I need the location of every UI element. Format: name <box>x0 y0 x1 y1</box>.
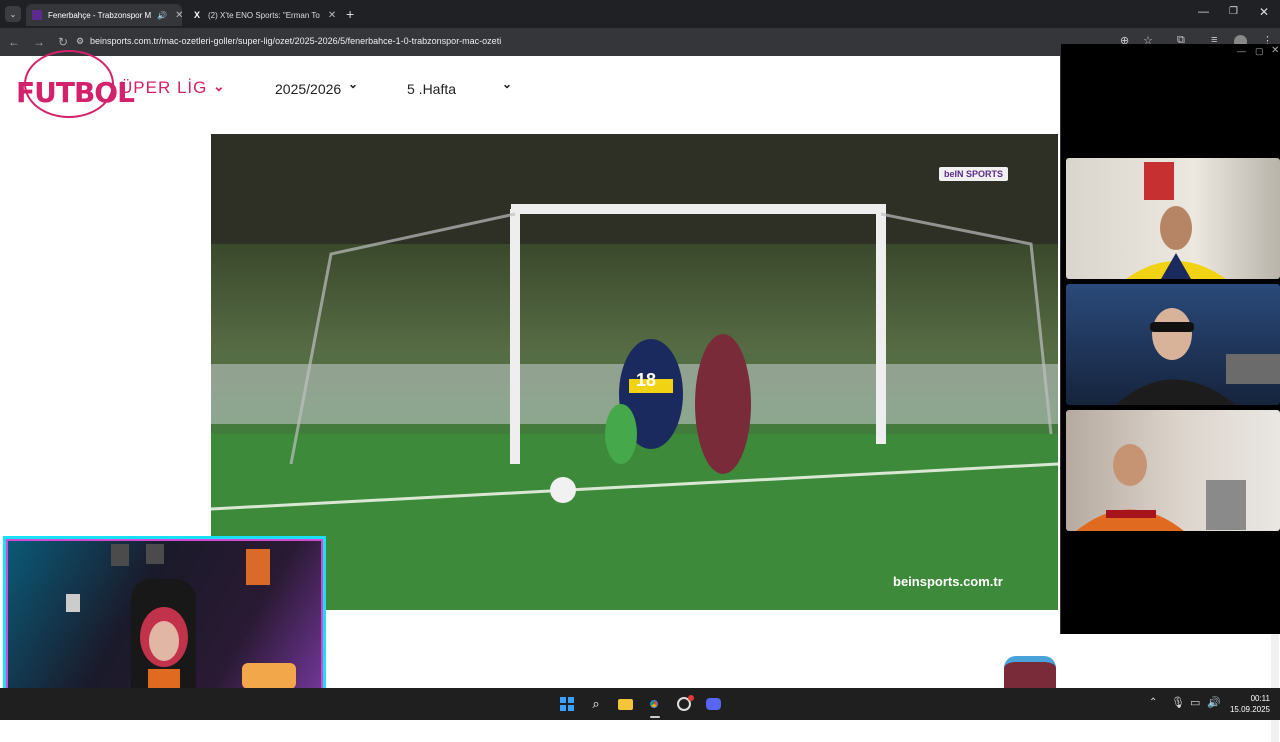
minimize-panel-icon[interactable]: — <box>1237 46 1246 56</box>
video-call-panel: — ▢ ✕ <box>1060 44 1280 634</box>
new-tab-button[interactable]: + <box>346 6 354 22</box>
video-player[interactable]: 18 beIN SPORTS beinsports.com.tr <box>211 134 1058 610</box>
jacket <box>1116 379 1236 405</box>
chrome-icon[interactable] <box>646 696 662 712</box>
season-select-value: 2025/2026 <box>275 81 342 97</box>
wall-pennant <box>1144 162 1174 200</box>
player-number: 18 <box>636 370 657 390</box>
address-url[interactable]: beinsports.com.tr/mac-ozetleri-goller/su… <box>90 36 501 46</box>
tab-title: (2) X'te ENO Sports: "Erman To <box>208 10 320 20</box>
background-chair <box>1206 480 1246 530</box>
show-hidden-icons-icon[interactable]: ⌃ <box>1149 697 1157 708</box>
week-select[interactable]: 5 .Hafta <box>407 81 456 97</box>
face <box>1152 308 1192 360</box>
stream-logo-text: FUTBOL <box>16 76 135 109</box>
clock[interactable]: 00:11 15.09.2025 <box>1226 693 1270 715</box>
speaker-icon[interactable]: 🔊 <box>157 11 167 20</box>
stream-logo: FUTBOL <box>16 10 135 118</box>
active-app-indicator <box>650 716 660 718</box>
week-chevron-down-icon[interactable]: ⌄ <box>502 77 512 91</box>
video-watermark: beinsports.com.tr <box>893 574 1003 589</box>
restore-window-icon[interactable]: ❐ <box>1229 6 1238 17</box>
bein-channel-logo: beIN SPORTS <box>939 167 1009 181</box>
file-explorer-icon[interactable] <box>617 696 633 712</box>
participant-camera-3[interactable] <box>1066 410 1280 531</box>
left-column <box>14 134 211 534</box>
x-favicon-icon: X <box>193 10 200 20</box>
close-tab-icon[interactable]: ✕ <box>320 10 336 21</box>
windows-start-icon[interactable] <box>559 696 575 712</box>
shirt-stripe <box>1106 510 1156 518</box>
stand-crowd <box>211 134 1058 244</box>
season-chevron-down-icon[interactable]: ⌄ <box>348 77 358 91</box>
participant-1-figure <box>1126 162 1226 279</box>
face <box>1113 444 1147 486</box>
face <box>149 621 179 661</box>
minimize-window-icon[interactable]: — <box>1198 6 1209 18</box>
week-select-value: 5 .Hafta <box>407 81 457 97</box>
network-icon[interactable]: ▭ <box>1190 696 1200 709</box>
microphone-icon[interactable]: 🎙 <box>1171 696 1185 709</box>
close-panel-icon[interactable]: ✕ <box>1271 45 1279 56</box>
face <box>1160 206 1192 250</box>
notification-dot <box>688 695 694 701</box>
clock-time: 00:11 <box>1250 694 1270 703</box>
volume-icon[interactable]: 🔊 <box>1207 696 1221 709</box>
participant-camera-2[interactable] <box>1066 284 1280 405</box>
browser-tab-bar: ⌄ Fenerbahçe - Trabzonspor M 🔊 ✕ X (2) X… <box>0 0 1280 28</box>
participant-3-figure <box>1076 444 1246 531</box>
participant-2-figure <box>1116 308 1280 405</box>
close-tab-icon[interactable]: ✕ <box>167 10 182 21</box>
taskbar: ⌕ ⌃ 🎙 ▭ 🔊 00:11 15.09.2025 <box>0 688 1280 720</box>
wall-frame <box>111 544 129 566</box>
close-window-icon[interactable]: ✕ <box>1259 5 1269 19</box>
football <box>550 477 576 503</box>
wall-frame <box>146 544 164 564</box>
background-sofa <box>1226 354 1280 384</box>
sunglasses <box>1150 322 1194 332</box>
maximize-panel-icon[interactable]: ▢ <box>1255 46 1264 57</box>
wall-picture <box>66 594 80 612</box>
browser-tab-x[interactable]: X (2) X'te ENO Sports: "Erman To ✕ <box>186 4 338 26</box>
discord-icon[interactable] <box>705 696 721 712</box>
goalkeeper <box>605 404 637 464</box>
desk-light <box>242 663 296 689</box>
season-select[interactable]: 2025/2026 <box>275 81 341 97</box>
trabzonspor-crest-icon <box>1004 656 1056 688</box>
trabzonspor-player <box>695 334 751 474</box>
participant-camera-1[interactable] <box>1066 158 1280 279</box>
search-icon[interactable]: ⌕ <box>588 696 604 712</box>
league-chevron-down-icon[interactable]: ⌄ <box>213 78 225 95</box>
clock-date: 15.09.2025 <box>1229 705 1270 714</box>
wall-poster <box>246 549 270 585</box>
match-scene <box>211 134 1058 610</box>
